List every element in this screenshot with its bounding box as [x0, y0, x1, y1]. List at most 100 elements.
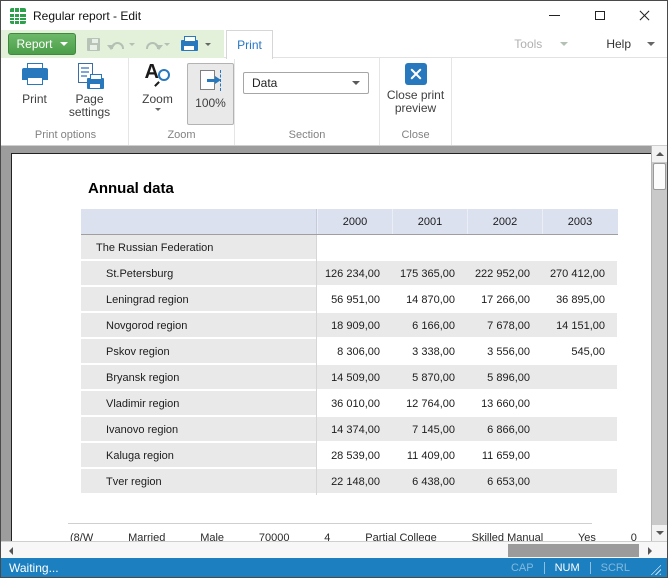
- cell-value: 6 653,00: [467, 469, 542, 495]
- cell-value: [542, 365, 617, 391]
- title-bar: Regular report - Edit: [1, 1, 667, 30]
- save-icon: [87, 38, 100, 51]
- redo-icon: [146, 42, 159, 49]
- table-row: Vladimir region36 010,0012 764,0013 660,…: [81, 391, 618, 417]
- zoom-button[interactable]: A Zoom: [135, 63, 180, 129]
- fragment-cell: Yes: [578, 532, 596, 541]
- print-dropdown[interactable]: [205, 43, 211, 46]
- chevron-down-icon: [129, 43, 135, 46]
- row-label: Bryansk region: [81, 365, 317, 391]
- zoom-level-label: 100%: [195, 97, 226, 110]
- cell-value: [542, 235, 617, 261]
- section-select[interactable]: Data: [243, 72, 369, 94]
- cell-value: 14 151,00: [542, 313, 617, 339]
- help-menu[interactable]: Help: [606, 37, 631, 51]
- redo-button[interactable]: [146, 39, 159, 49]
- table-row: Kaluga region28 539,0011 409,0011 659,00: [81, 443, 618, 469]
- undo-icon: [111, 42, 124, 49]
- cell-value: 36 895,00: [542, 287, 617, 313]
- cell-value: 7 678,00: [467, 313, 542, 339]
- report-title: Annual data: [88, 180, 174, 197]
- chevron-down-icon[interactable]: [560, 42, 568, 46]
- close-button[interactable]: [622, 1, 667, 30]
- chevron-down-icon[interactable]: [647, 42, 655, 46]
- fragment-cell: (8/W: [70, 532, 93, 541]
- close-preview-icon: [405, 63, 427, 85]
- zoom-100-button[interactable]: 100%: [187, 63, 234, 125]
- row-label: Vladimir region: [81, 391, 317, 417]
- app-icon: [10, 8, 26, 24]
- report-menu-button[interactable]: Report: [8, 33, 76, 55]
- resize-grip[interactable]: [648, 562, 661, 575]
- table-row: The Russian Federation: [81, 235, 618, 261]
- row-label: Ivanovo region: [81, 417, 317, 443]
- minimize-button[interactable]: [532, 1, 577, 30]
- group-label-zoom: Zoom: [129, 129, 234, 145]
- save-button[interactable]: [87, 38, 100, 51]
- arrow-down-icon: [656, 531, 664, 535]
- cell-value: [542, 443, 617, 469]
- cell-value: 56 951,00: [317, 287, 392, 313]
- quick-print-button[interactable]: [181, 37, 198, 51]
- page-settings-button[interactable]: Page settings: [59, 63, 121, 129]
- scroll-right-button[interactable]: [642, 543, 657, 558]
- fragment-cell: Married: [128, 532, 165, 541]
- next-page-row-fragment: (8/WMarriedMale700004Partial CollegeSkil…: [70, 532, 637, 541]
- row-label: St.Petersburg: [81, 261, 317, 287]
- maximize-button[interactable]: [577, 1, 622, 30]
- app-window: Regular report - Edit Report Print Tools: [0, 0, 668, 578]
- window-title: Regular report - Edit: [33, 9, 141, 23]
- chevron-down-icon: [60, 42, 68, 46]
- cell-value: 18 909,00: [317, 313, 392, 339]
- close-preview-label: Close print preview: [383, 89, 449, 115]
- printer-icon: [181, 40, 198, 51]
- cell-value: 6 438,00: [392, 469, 467, 495]
- horizontal-scrollbar[interactable]: [1, 541, 667, 558]
- cell-value: 13 660,00: [467, 391, 542, 417]
- header-cell-empty: [81, 209, 317, 234]
- tools-menu[interactable]: Tools: [514, 37, 542, 51]
- printer-icon: [20, 63, 50, 89]
- section-selected-value: Data: [252, 76, 277, 90]
- caps-lock-indicator: CAP: [501, 562, 544, 574]
- cell-value: [542, 417, 617, 443]
- fragment-cell: Skilled Manual: [472, 532, 544, 541]
- cell-value: 36 010,00: [317, 391, 392, 417]
- table-body: The Russian FederationSt.Petersburg126 2…: [81, 235, 618, 495]
- undo-button[interactable]: [111, 39, 124, 49]
- cell-value: 11 659,00: [467, 443, 542, 469]
- print-button[interactable]: Print: [11, 63, 59, 129]
- arrow-up-icon: [656, 152, 664, 156]
- report-menu-label: Report: [16, 37, 52, 51]
- row-label: Pskov region: [81, 339, 317, 365]
- group-label-close: Close: [380, 129, 451, 145]
- cell-value: 14 509,00: [317, 365, 392, 391]
- cell-value: 3 556,00: [467, 339, 542, 365]
- status-message: Waiting...: [9, 561, 501, 575]
- cell-value: [467, 235, 542, 261]
- cell-value: 5 870,00: [392, 365, 467, 391]
- undo-dropdown[interactable]: [129, 43, 135, 46]
- table-row: Bryansk region14 509,005 870,005 896,00: [81, 365, 618, 391]
- scroll-down-button[interactable]: [652, 525, 667, 541]
- fragment-cell: 0: [631, 532, 637, 541]
- fragment-cell: 4: [324, 532, 330, 541]
- group-label-print-options: Print options: [3, 129, 128, 145]
- table-row: Leningrad region56 951,0014 870,0017 266…: [81, 287, 618, 313]
- row-label: Leningrad region: [81, 287, 317, 313]
- chevron-down-icon: [155, 108, 161, 111]
- redo-dropdown[interactable]: [164, 43, 170, 46]
- scroll-left-button[interactable]: [3, 543, 18, 558]
- group-close: Close print preview Close: [380, 58, 452, 145]
- vertical-scroll-thumb[interactable]: [653, 163, 666, 190]
- zoom-icon: A: [144, 63, 172, 89]
- cell-value: 270 412,00: [542, 261, 617, 287]
- tab-print[interactable]: Print: [226, 30, 273, 59]
- ribbon: Print Page settings Print options A: [1, 58, 667, 146]
- vertical-scrollbar[interactable]: [651, 146, 667, 541]
- close-print-preview-button[interactable]: Close print preview: [383, 63, 449, 129]
- cell-value: 8 306,00: [317, 339, 392, 365]
- scroll-up-button[interactable]: [652, 146, 667, 162]
- horizontal-scroll-thumb[interactable]: [508, 544, 639, 557]
- header-cell-year: 2001: [392, 209, 467, 234]
